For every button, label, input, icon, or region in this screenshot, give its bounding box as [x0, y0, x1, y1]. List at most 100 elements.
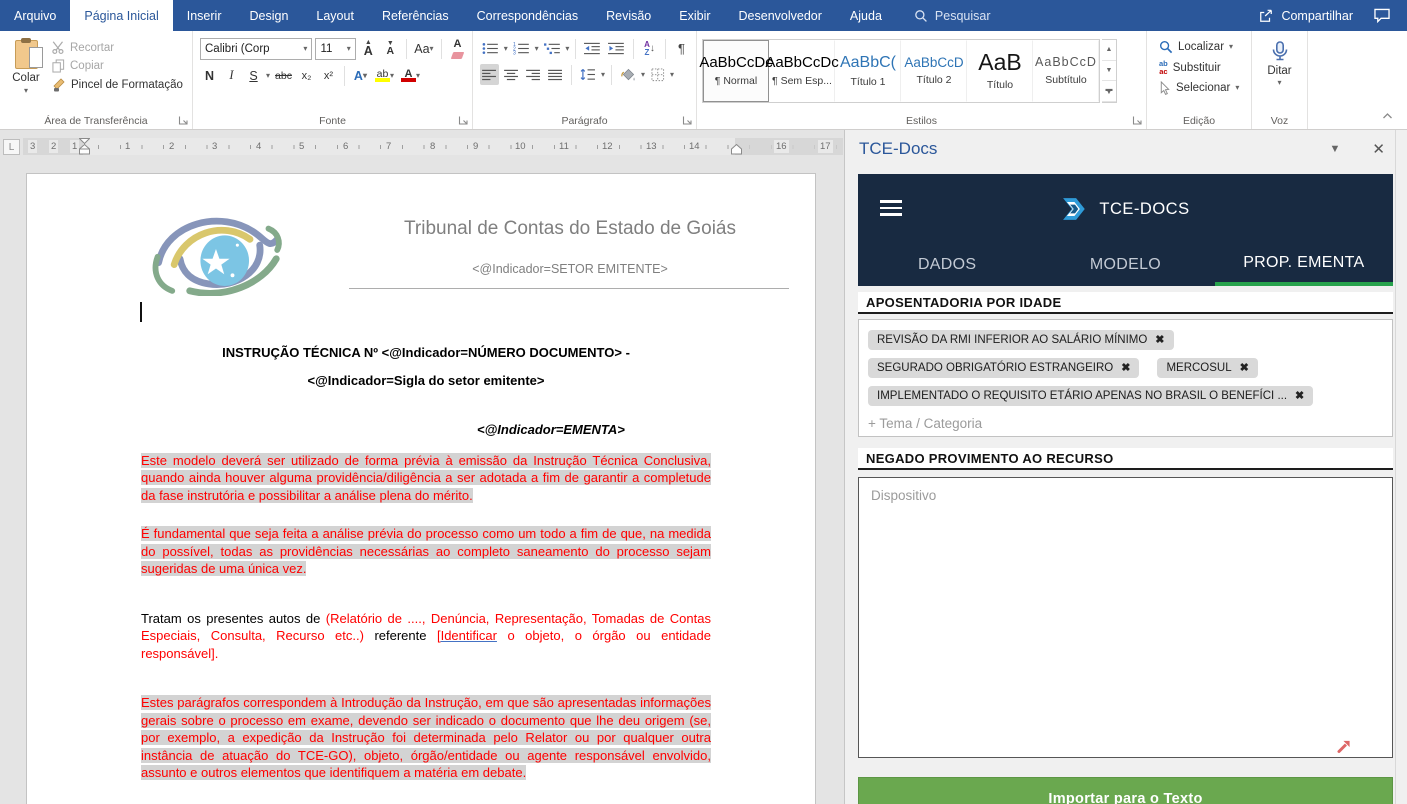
textarea-expand-icon[interactable]	[1336, 738, 1352, 754]
clipboard-dialog-launcher[interactable]	[178, 115, 189, 126]
taskpane-tab[interactable]: PROP. EMENTA	[1214, 244, 1393, 286]
ribbon: Colar ▾ Recortar Copiar Pincel de Format…	[0, 31, 1407, 130]
document-page[interactable]: Tribunal de Contas do Estado de Goiás <@…	[26, 173, 816, 804]
borders-button[interactable]	[648, 64, 667, 85]
ribbon-tab[interactable]: Revisão	[592, 0, 665, 31]
collapse-ribbon-button[interactable]	[1382, 112, 1393, 123]
gallery-more-icon[interactable]: ▬ ▼	[1102, 81, 1116, 103]
align-left-button[interactable]	[480, 64, 499, 85]
strikethrough-button[interactable]: abc	[273, 65, 294, 86]
clear-formatting-button[interactable]: A	[448, 39, 467, 60]
taskpane-tab[interactable]: DADOS	[858, 244, 1036, 286]
style-gallery-item[interactable]: AaB Título	[967, 40, 1033, 102]
add-tema-button[interactable]: + Tema / Categoria	[868, 416, 1383, 431]
cut-button[interactable]: Recortar	[49, 40, 186, 55]
search-box[interactable]: Pesquisar	[914, 0, 991, 31]
format-painter-button[interactable]: Pincel de Formatação	[49, 77, 186, 93]
font-name-combo[interactable]: Calibri (Corp ▾	[200, 38, 313, 60]
sort-button[interactable]: A Z ↓	[640, 38, 659, 59]
copy-button[interactable]: Copiar	[49, 58, 186, 74]
menu-icon[interactable]	[880, 200, 902, 220]
tema-tag-chip[interactable]: IMPLEMENTADO O REQUISITO ETÁRIO APENAS N…	[868, 386, 1314, 406]
bold-button[interactable]: N	[200, 65, 219, 86]
text-cursor	[140, 302, 142, 322]
line-spacing-button[interactable]	[578, 64, 598, 85]
bullets-button[interactable]	[480, 38, 501, 59]
ribbon-tab[interactable]: Arquivo	[0, 0, 70, 31]
ribbon-tab[interactable]: Referências	[368, 0, 463, 31]
dictate-button[interactable]: Ditar ▾	[1255, 36, 1304, 87]
remove-tag-icon[interactable]: ✖	[1121, 361, 1130, 374]
style-gallery-item[interactable]: AaBbCcDc ¶ Normal	[699, 40, 773, 102]
styles-dialog-launcher[interactable]	[1132, 115, 1143, 126]
paragraph-autos: Tratam os presentes autos de (Relatório …	[141, 610, 711, 661]
comments-icon[interactable]	[1373, 8, 1391, 23]
superscript-button[interactable]: x²	[319, 65, 338, 86]
ribbon-tab[interactable]: Design	[235, 0, 302, 31]
taskpane-tab[interactable]: MODELO	[1036, 244, 1214, 286]
gallery-scroll-up-icon[interactable]: ▲	[1102, 40, 1116, 61]
justify-button[interactable]	[546, 64, 565, 85]
ribbon-tab[interactable]: Desenvolvedor	[725, 0, 836, 31]
taskpane-close-icon[interactable]: ✕	[1372, 140, 1385, 158]
multilevel-list-button[interactable]	[542, 38, 563, 59]
show-marks-button[interactable]: ¶	[672, 38, 691, 59]
dispositivo-textarea[interactable]	[858, 477, 1393, 758]
text-effects-button[interactable]: A ▾	[351, 65, 370, 86]
highlight-button[interactable]: ab ▾	[373, 65, 396, 86]
paragraph-dialog-launcher[interactable]	[682, 115, 693, 126]
ribbon-tab[interactable]: Página Inicial	[70, 0, 173, 31]
style-gallery-item[interactable]: AaBbCcD Subtítulo	[1033, 40, 1099, 102]
tema-tag-chip[interactable]: MERCOSUL ✖	[1157, 358, 1258, 378]
underline-button[interactable]: S	[244, 65, 263, 86]
horizontal-ruler[interactable]: 3 2 1 1 2 3 4 5 6 7 8 9 10 11 12 13 14 1…	[23, 138, 843, 155]
italic-button[interactable]: I	[222, 65, 241, 86]
ribbon-tab[interactable]: Inserir	[173, 0, 236, 31]
gallery-scroll-down-icon[interactable]: ▼	[1102, 61, 1116, 82]
style-gallery-item[interactable]: AaBbCcDc ¶ Sem Esp...	[765, 40, 839, 102]
taskpane-header: TCE-DOCS DADOS MODELO PROP. EMENTA	[858, 174, 1393, 286]
align-center-button[interactable]	[502, 64, 521, 85]
shading-button[interactable]	[618, 64, 638, 85]
import-to-text-button[interactable]: Importar para o Texto	[858, 777, 1393, 804]
dropdown-arrow-icon: ▾	[534, 43, 539, 53]
indent-marker-right[interactable]	[731, 144, 742, 155]
ribbon-tab[interactable]: Exibir	[665, 0, 724, 31]
tema-tag-chip[interactable]: REVISÃO DA RMI INFERIOR AO SALÁRIO MÍNIM…	[868, 330, 1174, 350]
tab-stop-selector[interactable]: L	[3, 139, 20, 155]
font-size-combo[interactable]: 11 ▾	[315, 38, 356, 60]
change-case-button[interactable]: Aa ▾	[413, 39, 435, 60]
indent-marker-first-line[interactable]	[79, 138, 90, 155]
shrink-font-button[interactable]: ▼ A	[381, 39, 400, 60]
find-button[interactable]: Localizar ▾	[1156, 39, 1248, 55]
replace-button[interactable]: ab ac Substituir	[1156, 59, 1248, 76]
ribbon-tab[interactable]: Ajuda	[836, 0, 896, 31]
decrease-indent-button[interactable]	[582, 38, 603, 59]
remove-tag-icon[interactable]: ✖	[1155, 333, 1164, 346]
align-right-button[interactable]	[524, 64, 543, 85]
select-button[interactable]: Selecionar ▾	[1156, 80, 1248, 96]
ribbon-tab[interactable]: Layout	[302, 0, 368, 31]
remove-tag-icon[interactable]: ✖	[1295, 389, 1304, 402]
share-button[interactable]: Compartilhar	[1258, 9, 1353, 23]
dropdown-arrow-icon: ▾	[266, 70, 271, 80]
taskpane-options-icon[interactable]: ▼	[1330, 143, 1341, 155]
style-gallery-item[interactable]: AaBbC( Título 1	[835, 40, 901, 102]
style-gallery-item[interactable]: AaBbCcD Título 2	[901, 40, 967, 102]
tema-tags-box[interactable]: REVISÃO DA RMI INFERIOR AO SALÁRIO MÍNIM…	[858, 319, 1393, 437]
grow-font-button[interactable]: ▲ A	[359, 39, 378, 60]
font-dialog-launcher[interactable]	[458, 115, 469, 126]
remove-tag-icon[interactable]: ✖	[1240, 361, 1249, 374]
tema-tag-chip[interactable]: SEGURADO OBRIGATÓRIO ESTRANGEIRO ✖	[868, 358, 1140, 378]
word-window: Arquivo Página Inicial Inserir Design La…	[0, 0, 1407, 804]
font-color-bar	[400, 78, 416, 82]
numbering-button[interactable]: 123	[511, 38, 532, 59]
subscript-button[interactable]: x₂	[297, 65, 316, 86]
paste-button[interactable]: Colar ▾	[3, 36, 49, 113]
ribbon-tab[interactable]: Correspondências	[463, 0, 592, 31]
tce-docs-taskpane: TCE-Docs ▼ ✕ TCE-DOCS DADOS MODELO PROP.…	[844, 130, 1407, 804]
increase-indent-button[interactable]	[606, 38, 627, 59]
dropdown-arrow-icon: ▾	[429, 44, 434, 53]
font-color-button[interactable]: A ▾	[399, 65, 422, 86]
search-icon	[914, 9, 928, 23]
